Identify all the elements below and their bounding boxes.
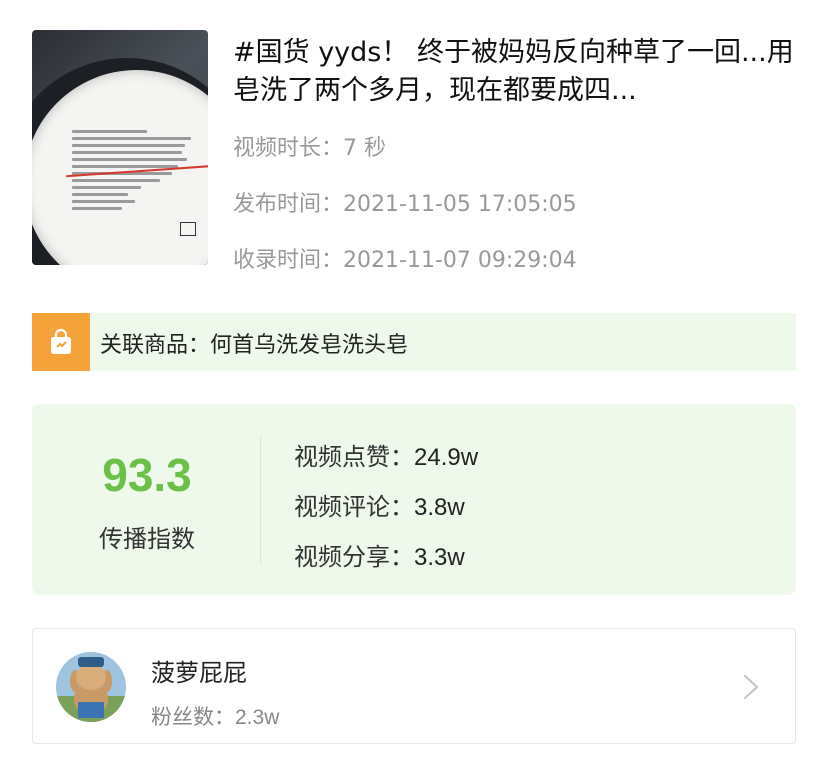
spread-index-score: 93.3 bbox=[102, 449, 192, 501]
author-fans: 粉丝数：2.3w bbox=[151, 701, 279, 731]
author-name: 菠萝屁屁 bbox=[151, 659, 247, 687]
related-product-text: 关联商品：何首乌洗发皂洗头皂 bbox=[100, 333, 409, 358]
fans-value: 2.3w bbox=[235, 706, 280, 729]
collect-label: 收录时间： bbox=[233, 248, 344, 273]
duration-value: 7 秒 bbox=[343, 136, 387, 161]
likes-value: 24.9w bbox=[414, 444, 479, 471]
shares-label: 视频分享： bbox=[294, 543, 414, 571]
shares-stat: 视频分享：3.3w bbox=[294, 537, 465, 572]
thumbnail-mark bbox=[180, 222, 196, 236]
spread-index-label: 传播指数 bbox=[99, 525, 195, 553]
publish-value: 2021-11-05 17:05:05 bbox=[343, 192, 577, 217]
spread-index-card: 93.3 传播指数 视频点赞：24.9w 视频评论：3.8w 视频分享：3.3w bbox=[32, 404, 796, 595]
comments-stat: 视频评论：3.8w bbox=[294, 487, 465, 522]
chevron-right-icon[interactable] bbox=[739, 673, 763, 701]
video-title[interactable]: #国货 yyds！ 终于被妈妈反向种草了一回...用皂洗了两个多月，现在都要成四… bbox=[233, 34, 798, 110]
collect-value: 2021-11-07 09:29:04 bbox=[343, 248, 577, 273]
comments-label: 视频评论： bbox=[294, 493, 414, 521]
video-duration-row: 视频时长：7 秒 bbox=[233, 130, 386, 162]
comments-value: 3.8w bbox=[414, 494, 465, 521]
related-product-bar[interactable]: 关联商品：何首乌洗发皂洗头皂 bbox=[32, 313, 796, 371]
shares-value: 3.3w bbox=[414, 544, 465, 571]
likes-stat: 视频点赞：24.9w bbox=[294, 437, 478, 472]
publish-label: 发布时间： bbox=[233, 192, 344, 217]
duration-label: 视频时长： bbox=[233, 136, 344, 161]
author-card[interactable]: 菠萝屁屁 粉丝数：2.3w bbox=[32, 628, 796, 744]
video-publish-row: 发布时间：2021-11-05 17:05:05 bbox=[233, 186, 577, 218]
fans-label: 粉丝数： bbox=[151, 705, 235, 729]
video-collect-row: 收录时间：2021-11-07 09:29:04 bbox=[233, 242, 577, 274]
likes-label: 视频点赞： bbox=[294, 443, 414, 471]
avatar[interactable] bbox=[56, 652, 126, 722]
divider bbox=[260, 436, 261, 564]
video-thumbnail[interactable] bbox=[32, 30, 208, 265]
shopping-bag-icon bbox=[32, 313, 90, 371]
